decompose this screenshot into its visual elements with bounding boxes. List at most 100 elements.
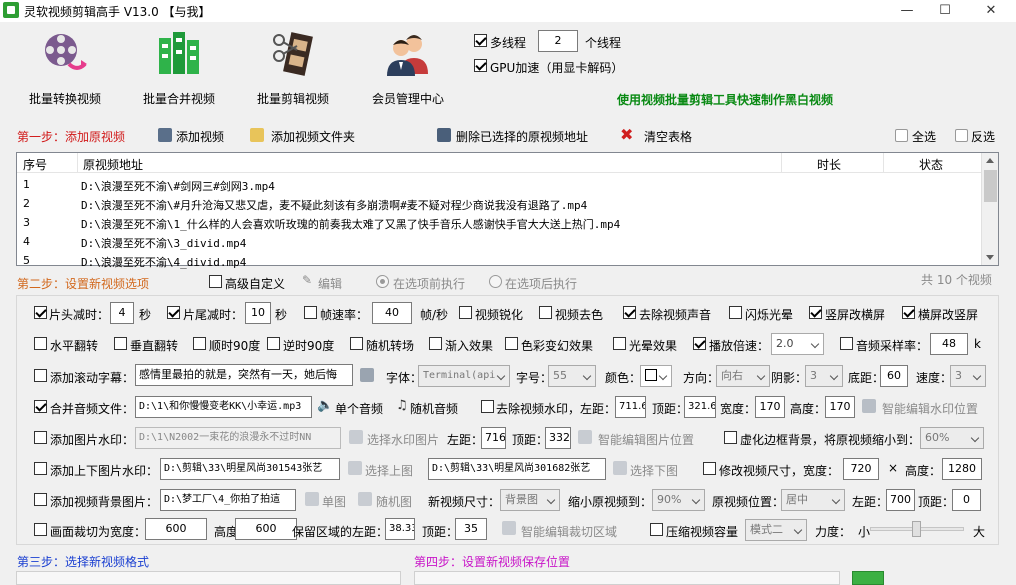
wm-left-input[interactable]: 711.6 [615, 396, 646, 418]
bottom-input[interactable]: 60 [880, 365, 908, 387]
remove-audio-checkbox[interactable] [623, 306, 636, 319]
video-table[interactable]: 序号 原视频地址 时长 状态 1 D:\浪漫至死不渝\#剑网三#剑网3.mp4 2… [16, 152, 999, 269]
merge-audio-checkbox[interactable] [34, 400, 47, 413]
bg-img-input[interactable]: D:\梦工厂\4_你拍了拍這 [160, 489, 296, 511]
table-scrollbar[interactable] [981, 153, 998, 265]
smart-wm-button[interactable]: 智能编辑水印位置 [882, 400, 978, 417]
scroll-up-icon[interactable] [986, 158, 994, 163]
add-folder-button[interactable]: 添加视频文件夹 [271, 128, 355, 145]
select-bottom-button[interactable]: 选择下图 [630, 462, 678, 479]
advanced-checkbox[interactable] [209, 275, 222, 288]
v2h-checkbox[interactable] [809, 306, 822, 319]
img-top-input[interactable]: 332 [545, 427, 571, 449]
table-row[interactable]: 2 D:\浪漫至死不渝\#月升沧海又悲又虐，麦不疑此刻该有多崩溃啊#麦不疑对程少商… [17, 194, 983, 213]
tb-wm-checkbox[interactable] [34, 462, 47, 475]
remove-wm-checkbox[interactable] [481, 400, 494, 413]
flash-checkbox[interactable] [729, 306, 742, 319]
keep-top-input[interactable]: 35 [455, 518, 487, 540]
bottom-img-input[interactable]: D:\剪辑\33\明星风尚301682张艺 [428, 458, 606, 480]
light-checkbox[interactable] [613, 337, 626, 350]
blur-scale-select[interactable]: 60% [920, 427, 984, 449]
select-wm-img-button[interactable]: 选择水印图片 [367, 431, 439, 448]
speed-select[interactable]: 2.0 [771, 333, 824, 355]
img-wm-checkbox[interactable] [34, 431, 47, 444]
batch-cut-button[interactable]: 批量剪辑视频 [243, 30, 343, 108]
head-cut-checkbox[interactable] [34, 306, 47, 319]
after-radio[interactable] [489, 275, 502, 288]
fps-input[interactable]: 40 [372, 302, 412, 324]
font-select[interactable]: Terminal(api [418, 365, 510, 387]
keep-left-input[interactable]: 38.33 [385, 518, 415, 540]
color-picker[interactable] [640, 365, 672, 387]
table-row[interactable]: 3 D:\浪漫至死不渝\1_什么样的人会喜欢听玫瑰的前奏我太难了又黑了快手音乐人感… [17, 213, 983, 232]
hflip-checkbox[interactable] [34, 337, 47, 350]
blur-border-checkbox[interactable] [724, 431, 737, 444]
table-row[interactable]: 1 D:\浪漫至死不渝\#剑网三#剑网3.mp4 [17, 175, 983, 194]
single-img-button[interactable]: 单图 [322, 493, 346, 510]
thread-count-input[interactable]: 2 [538, 30, 578, 52]
member-center-button[interactable]: 会员管理中心 [358, 30, 458, 108]
invert-select-button[interactable]: 反选 [971, 128, 995, 145]
crop-checkbox[interactable] [34, 523, 47, 536]
multithread-checkbox[interactable] [474, 34, 487, 47]
strength-slider[interactable] [870, 521, 964, 537]
scroll-speed-select[interactable]: 3 [950, 365, 986, 387]
sample-input[interactable]: 48 [930, 333, 968, 355]
edit-button[interactable]: 编辑 [318, 275, 342, 292]
scroll-down-icon[interactable] [986, 255, 994, 260]
ccw90-checkbox[interactable] [267, 337, 280, 350]
sharpen-checkbox[interactable] [459, 306, 472, 319]
fps-checkbox[interactable] [304, 306, 317, 319]
crop-width-input[interactable]: 600 [145, 518, 207, 540]
direction-select[interactable]: 向右 [716, 365, 770, 387]
sample-checkbox[interactable] [840, 337, 853, 350]
table-row[interactable]: 5 D:\浪漫至死不渝\4_divid.mp4 [17, 251, 983, 270]
single-audio-button[interactable]: 单个音频 [335, 400, 383, 417]
color-change-checkbox[interactable] [505, 337, 518, 350]
fade-in-checkbox[interactable] [429, 337, 442, 350]
batch-merge-button[interactable]: 批量合并视频 [129, 30, 229, 108]
resize-width-input[interactable]: 720 [843, 458, 879, 480]
gpu-checkbox[interactable] [474, 59, 487, 72]
size-select[interactable]: 55 [548, 365, 596, 387]
compress-checkbox[interactable] [650, 523, 663, 536]
crop-height-input[interactable]: 600 [235, 518, 297, 540]
compress-mode-select[interactable]: 模式二 [745, 519, 807, 541]
add-video-button[interactable]: 添加视频 [176, 128, 224, 145]
h2v-checkbox[interactable] [902, 306, 915, 319]
decolor-checkbox[interactable] [539, 306, 552, 319]
random-audio-button[interactable]: 随机音频 [410, 400, 458, 417]
wm-height-input[interactable]: 170 [825, 396, 855, 418]
head-cut-input[interactable]: 4 [110, 302, 134, 324]
tail-cut-input[interactable]: 10 [245, 302, 271, 324]
start-button[interactable] [852, 571, 884, 585]
before-radio[interactable] [376, 275, 389, 288]
top-img-input[interactable]: D:\剪辑\33\明星风尚301543张艺 [160, 458, 340, 480]
smart-crop-button[interactable]: 智能编辑裁切区域 [521, 523, 617, 540]
vflip-checkbox[interactable] [114, 337, 127, 350]
delete-selected-button[interactable]: 删除已选择的原视频地址 [456, 128, 588, 145]
scroll-sub-input[interactable]: 感情里最拍的就是，突然有一天，她后悔 [135, 364, 353, 386]
shrink-select[interactable]: 90% [652, 489, 705, 511]
rand-trans-checkbox[interactable] [350, 337, 363, 350]
speed-checkbox[interactable] [693, 337, 706, 350]
img-wm-input[interactable]: D:\1\N2002一束花的浪漫永不过时NN [135, 427, 341, 449]
wm-width-input[interactable]: 170 [755, 396, 785, 418]
tail-cut-checkbox[interactable] [167, 306, 180, 319]
promo-link[interactable]: 使用视频批量剪辑工具快速制作黑白视频 [617, 91, 833, 108]
batch-convert-button[interactable]: 批量转换视频 [15, 30, 115, 108]
clear-table-button[interactable]: 清空表格 [644, 128, 692, 145]
slider-knob[interactable] [912, 521, 921, 537]
maximize-icon[interactable]: ☐ [935, 2, 955, 20]
img-left-input[interactable]: 716 [481, 427, 506, 449]
table-row[interactable]: 4 D:\浪漫至死不渝\3_divid.mp4 [17, 232, 983, 251]
cw90-checkbox[interactable] [193, 337, 206, 350]
minimize-icon[interactable]: — [897, 2, 917, 20]
select-top-button[interactable]: 选择上图 [365, 462, 413, 479]
select-all-button[interactable]: 全选 [912, 128, 936, 145]
bg-img-checkbox[interactable] [34, 493, 47, 506]
text-settings-icon[interactable] [360, 368, 374, 382]
scroll-thumb[interactable] [984, 170, 997, 202]
resize-height-input[interactable]: 1280 [942, 458, 982, 480]
left2-input[interactable]: 700 [886, 489, 915, 511]
